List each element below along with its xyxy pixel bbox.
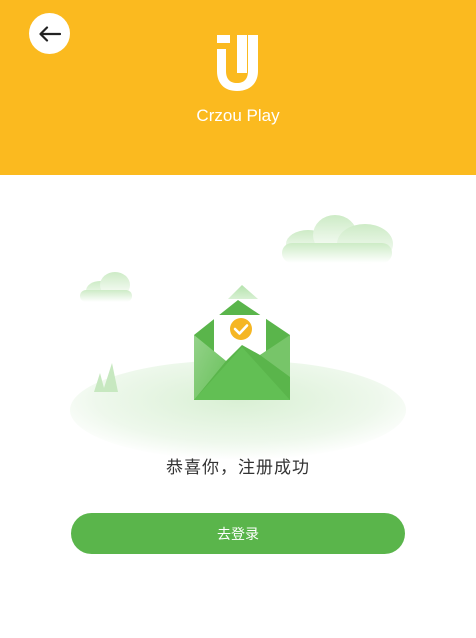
envelope-success-icon: [70, 215, 406, 460]
success-message: 恭喜你，注册成功: [166, 458, 310, 478]
crzou-logo-icon: [217, 35, 258, 91]
back-button[interactable]: [29, 13, 70, 54]
app-name: Crzou Play: [196, 106, 280, 125]
arrow-left-icon: [38, 25, 61, 42]
header: Crzou Play: [0, 0, 476, 175]
go-login-button[interactable]: 去登录: [71, 513, 405, 554]
